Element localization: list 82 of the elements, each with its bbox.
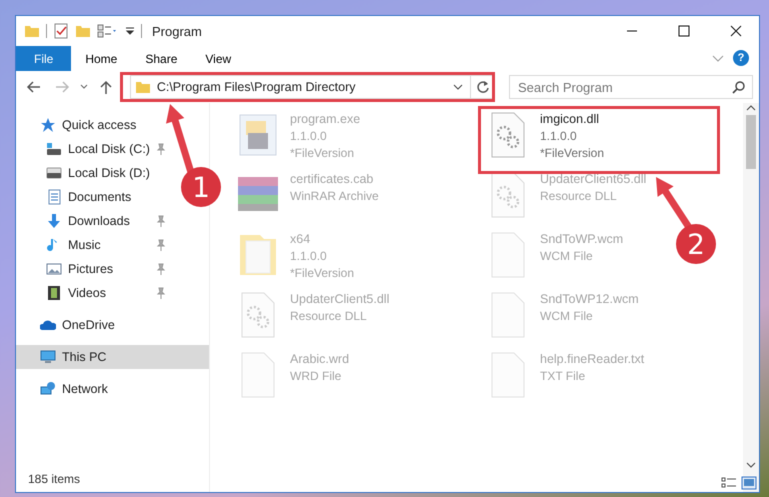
file-name: program.exe (290, 111, 360, 128)
nav-item[interactable]: This PC (16, 345, 209, 369)
up-icon (98, 79, 114, 95)
checklist-icon[interactable] (53, 23, 69, 39)
file-detail: 1.1.0.0 (290, 128, 328, 145)
step-number-badge: 1 (181, 167, 221, 207)
nav-item[interactable]: Network (16, 377, 172, 401)
status-item-count: 185 items (28, 472, 80, 486)
search-icon[interactable] (732, 80, 746, 94)
step-number-badge: 2 (676, 224, 716, 264)
back-icon (26, 79, 42, 95)
file-detail: 1.1.0.0 (540, 128, 578, 145)
network-icon (40, 381, 56, 397)
file-detail: *FileVersion (290, 265, 354, 282)
nav-label: Local Disk (D:) (68, 166, 151, 180)
nav-item[interactable]: Local Disk (D:) (16, 161, 172, 185)
file-detail: *FileVersion (290, 145, 356, 162)
picture-icon (46, 261, 62, 277)
file-name: UpdaterClient65.dll (540, 171, 646, 188)
search-field[interactable]: Search Program (509, 75, 754, 99)
nav-label: Quick access (62, 118, 138, 132)
file-detail: WRD File (290, 368, 342, 385)
address-path: C:\Program Files\Program Directory (156, 80, 356, 94)
ribbon-tab[interactable]: View (191, 46, 246, 71)
file-detail: *FileVersion (540, 145, 604, 162)
nav-label: Network (62, 382, 109, 396)
ribbon-tab[interactable]: Share (131, 46, 192, 71)
download-arrow-icon (46, 213, 62, 229)
refresh-icon (476, 80, 490, 94)
nav-item[interactable]: OneDrive (16, 313, 172, 337)
scroll-thumb[interactable] (746, 115, 756, 169)
document-icon (46, 189, 62, 205)
file-detail: Resource DLL (540, 188, 618, 205)
nav-label: OneDrive (62, 318, 116, 332)
file-detail: TXT File (540, 368, 586, 385)
nav-label: Pictures (68, 262, 114, 276)
properties-icon[interactable] (97, 23, 119, 39)
nav-item[interactable]: Music (16, 233, 172, 257)
file-name: Arabic.wrd (290, 351, 350, 368)
close-icon (730, 25, 742, 37)
vertical-scrollbar[interactable] (743, 103, 759, 492)
file-detail: Resource DLL (290, 308, 368, 325)
nav-item[interactable]: Local Disk (C:) (16, 137, 172, 161)
file-detail: WCM File (540, 248, 594, 265)
file-detail: 1.1.0.0 (290, 248, 328, 265)
file-tile[interactable]: imgicon.dll 1.1.0.0 *FileVersion (484, 111, 604, 162)
maximize-icon (678, 25, 690, 37)
file-detail: WCM File (540, 308, 594, 325)
film-icon (46, 285, 62, 301)
star-icon (40, 117, 56, 133)
file-detail: WinRAR Archive (290, 188, 379, 205)
monitor-icon (40, 349, 56, 365)
help-button[interactable]: ? (733, 50, 749, 66)
forward-icon (54, 79, 70, 95)
scroll-up-icon[interactable] (746, 103, 756, 113)
ribbon-tab[interactable]: Home (71, 46, 132, 71)
nav-label: This PC (62, 350, 108, 364)
large-icons-view-icon[interactable] (741, 476, 757, 490)
nav-label: Local Disk (C:) (68, 142, 150, 156)
nav-item[interactable]: Quick access (16, 113, 172, 137)
file-name: help.fineReader.txt (540, 351, 644, 368)
nav-label: Documents (68, 190, 132, 204)
file-name: SndToWP12.wcm (540, 291, 639, 308)
drive-icon (46, 165, 62, 181)
file-menu-tab[interactable]: File (16, 46, 72, 71)
nav-label: Music (68, 238, 102, 252)
scroll-down-icon[interactable] (746, 460, 756, 470)
window-title: Program (152, 24, 203, 38)
file-name: x64 (290, 231, 312, 248)
details-view-icon[interactable] (721, 476, 737, 490)
file-name: SndToWP.wcm (540, 231, 624, 248)
nav-item[interactable]: Downloads (16, 209, 172, 233)
file-name: certificates.cab (290, 171, 374, 188)
nav-label: Videos (68, 286, 107, 300)
nav-item[interactable]: Documents (16, 185, 172, 209)
folder-icon (134, 79, 151, 95)
nav-item[interactable]: Videos (16, 281, 172, 305)
drive-icon (46, 141, 62, 157)
nav-label: Downloads (68, 214, 131, 228)
file-name: UpdaterClient5.dll (290, 291, 390, 308)
nav-item[interactable]: Pictures (16, 257, 172, 281)
file-name: imgicon.dll (540, 111, 600, 128)
